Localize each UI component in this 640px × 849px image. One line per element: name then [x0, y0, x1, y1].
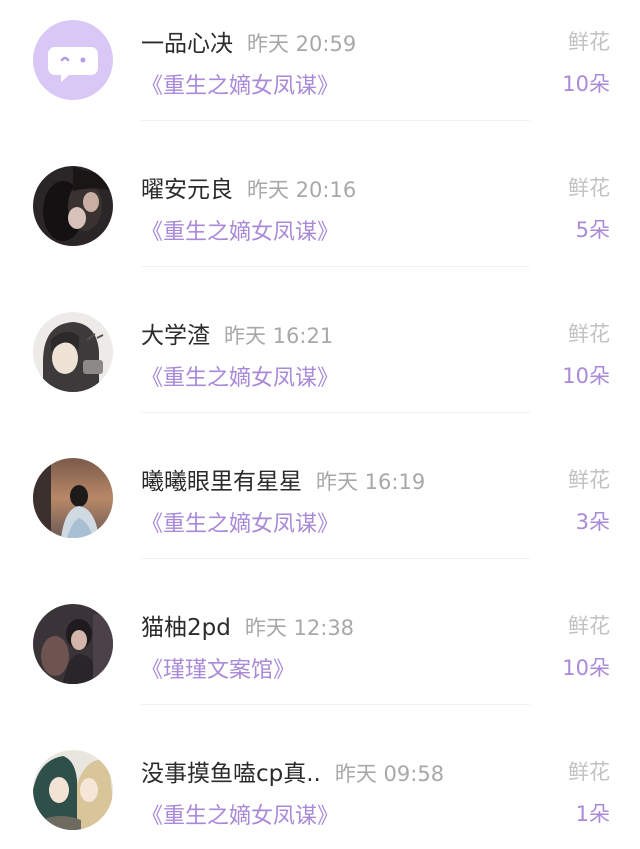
gift-count: 10朵 — [562, 72, 610, 96]
divider — [141, 120, 530, 121]
timestamp: 昨天 09:58 — [334, 762, 445, 786]
gift-count: 10朵 — [562, 656, 610, 680]
gift-type-label: 鲜花 — [568, 760, 610, 784]
list-item[interactable]: 一品心决 昨天 20:59 《重生之嫡女凤谋》 鲜花 10朵 — [0, 0, 640, 146]
divider — [141, 412, 530, 413]
anime-girl-hood-avatar-image — [33, 312, 113, 392]
divider — [141, 704, 530, 705]
chat-bubble-icon — [33, 20, 113, 100]
username[interactable]: 曜安元良 昨天 20:16 — [141, 170, 356, 204]
dark-couple-avatar-image — [33, 166, 113, 246]
username-text[interactable]: 猫柚2pd — [141, 615, 231, 641]
gift-type-label: 鲜花 — [568, 322, 610, 346]
timestamp: 昨天 12:38 — [244, 616, 355, 640]
book-title-link[interactable]: 《重生之嫡女凤谋》 — [141, 506, 339, 538]
username-text[interactable]: 曜安元良 — [141, 177, 233, 203]
book-title-link[interactable]: 《重生之嫡女凤谋》 — [141, 214, 339, 246]
username[interactable]: 一品心决 昨天 20:59 — [141, 24, 356, 58]
username-text[interactable]: 曦曦眼里有星星 — [141, 469, 302, 495]
gift-count: 10朵 — [562, 364, 610, 388]
gift-count: 5朵 — [575, 218, 610, 242]
timestamp: 昨天 16:21 — [224, 324, 334, 348]
avatar[interactable] — [33, 604, 113, 684]
list-item[interactable]: 曦曦眼里有星星 昨天 16:19 《重生之嫡女凤谋》 鲜花 3朵 — [0, 438, 640, 584]
gift-type-label: 鲜花 — [568, 614, 610, 638]
book-title-link[interactable]: 《重生之嫡女凤谋》 — [141, 360, 339, 392]
book-title-link[interactable]: 《重生之嫡女凤谋》 — [141, 798, 339, 830]
username-text[interactable]: 大学渣 — [141, 323, 210, 349]
timestamp: 昨天 16:19 — [316, 470, 426, 494]
gift-type-label: 鲜花 — [568, 176, 610, 200]
timestamp: 昨天 20:16 — [247, 178, 357, 202]
book-title-link[interactable]: 《重生之嫡女凤谋》 — [141, 68, 339, 100]
avatar[interactable] — [33, 750, 113, 830]
dark-photo-avatar-image — [33, 604, 113, 684]
avatar[interactable] — [33, 166, 113, 246]
list-item[interactable]: 曜安元良 昨天 20:16 《重生之嫡女凤谋》 鲜花 5朵 — [0, 146, 640, 292]
gift-count: 3朵 — [575, 510, 610, 534]
divider — [141, 266, 530, 267]
gift-type-label: 鲜花 — [568, 468, 610, 492]
list-item[interactable]: 猫柚2pd 昨天 12:38 《瑾瑾文案馆》 鲜花 10朵 — [0, 584, 640, 730]
username[interactable]: 大学渣 昨天 16:21 — [141, 316, 333, 350]
avatar[interactable] — [33, 312, 113, 392]
girl-sunset-avatar-image — [33, 458, 113, 538]
avatar[interactable] — [33, 20, 113, 100]
timestamp: 昨天 20:59 — [247, 32, 357, 56]
gift-type-label: 鲜花 — [568, 30, 610, 54]
gift-list: 一品心决 昨天 20:59 《重生之嫡女凤谋》 鲜花 10朵 曜安元良 昨天 20:… — [0, 0, 640, 849]
list-item[interactable]: 大学渣 昨天 16:21 《重生之嫡女凤谋》 鲜花 10朵 — [0, 292, 640, 438]
anime-couple-avatar-image — [33, 750, 113, 830]
gift-count: 1朵 — [575, 802, 610, 826]
list-item[interactable]: 没事摸鱼嗑cp真.. 昨天 09:58 《重生之嫡女凤谋》 鲜花 1朵 — [0, 730, 640, 849]
username-text[interactable]: 没事摸鱼嗑cp真.. — [141, 761, 321, 787]
username[interactable]: 猫柚2pd 昨天 12:38 — [141, 608, 354, 642]
username[interactable]: 没事摸鱼嗑cp真.. 昨天 09:58 — [141, 754, 444, 788]
divider — [141, 558, 530, 559]
book-title-link[interactable]: 《瑾瑾文案馆》 — [141, 652, 295, 684]
username[interactable]: 曦曦眼里有星星 昨天 16:19 — [141, 462, 425, 496]
avatar[interactable] — [33, 458, 113, 538]
username-text[interactable]: 一品心决 — [141, 31, 233, 57]
